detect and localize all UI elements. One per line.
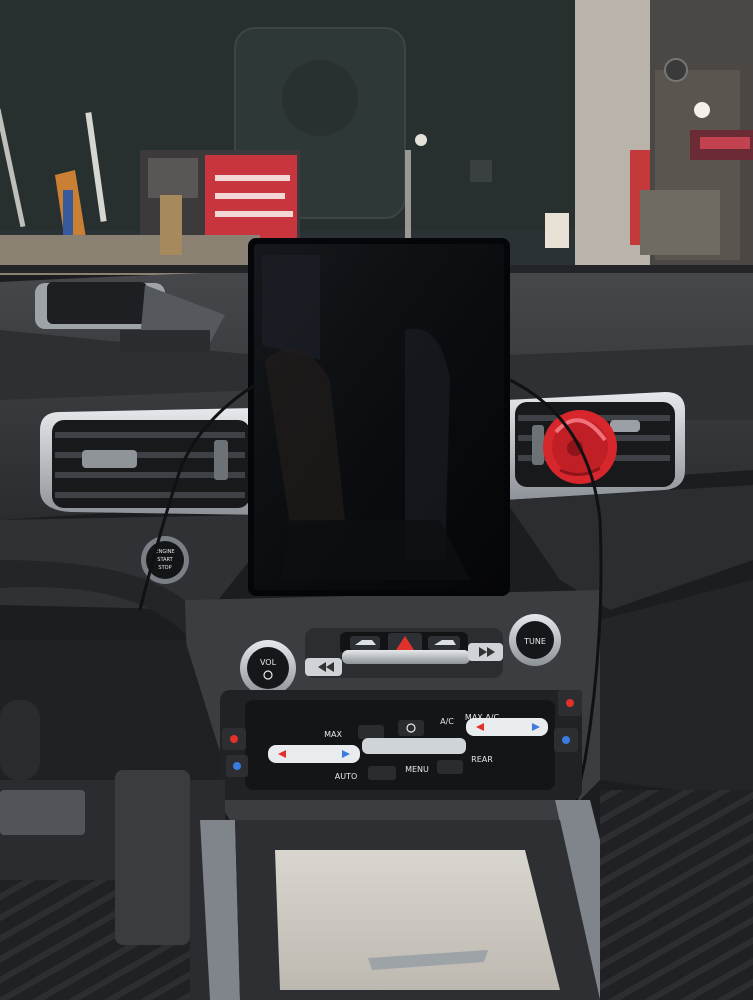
fan-speed-rocker[interactable]	[362, 738, 466, 754]
tune-label: TUNE	[523, 637, 546, 646]
media-control-strip	[305, 628, 503, 678]
rear-defrost-button[interactable]	[358, 725, 384, 739]
engine-start-line3: STOP	[158, 565, 171, 571]
menu-label: MENU	[405, 765, 429, 774]
recirculation-button[interactable]	[368, 766, 396, 780]
ac-label: A/C	[440, 717, 454, 726]
tune-knob[interactable]: TUNE	[509, 614, 561, 666]
car-center-console-photo: ENGINE START STOP VOL TUNE MAX A/C MAX A…	[0, 0, 753, 1000]
rear-label: REAR	[471, 755, 493, 764]
shop-background	[0, 0, 753, 275]
auto-label: AUTO	[335, 772, 358, 781]
vol-label: VOL	[260, 658, 277, 667]
volume-knob[interactable]: VOL	[240, 640, 296, 696]
climate-control-panel: MAX A/C MAX A/C AUTO MENU REAR	[220, 690, 582, 800]
engine-start-line2: START	[157, 557, 173, 563]
head-unit-screen[interactable]	[248, 238, 510, 596]
fan-direction-button[interactable]	[437, 760, 463, 774]
climate-power-button[interactable]	[398, 720, 424, 736]
max-defrost-label: MAX	[324, 730, 342, 739]
left-air-vent	[40, 408, 262, 515]
engine-start-line1: ENGINE	[155, 549, 174, 555]
